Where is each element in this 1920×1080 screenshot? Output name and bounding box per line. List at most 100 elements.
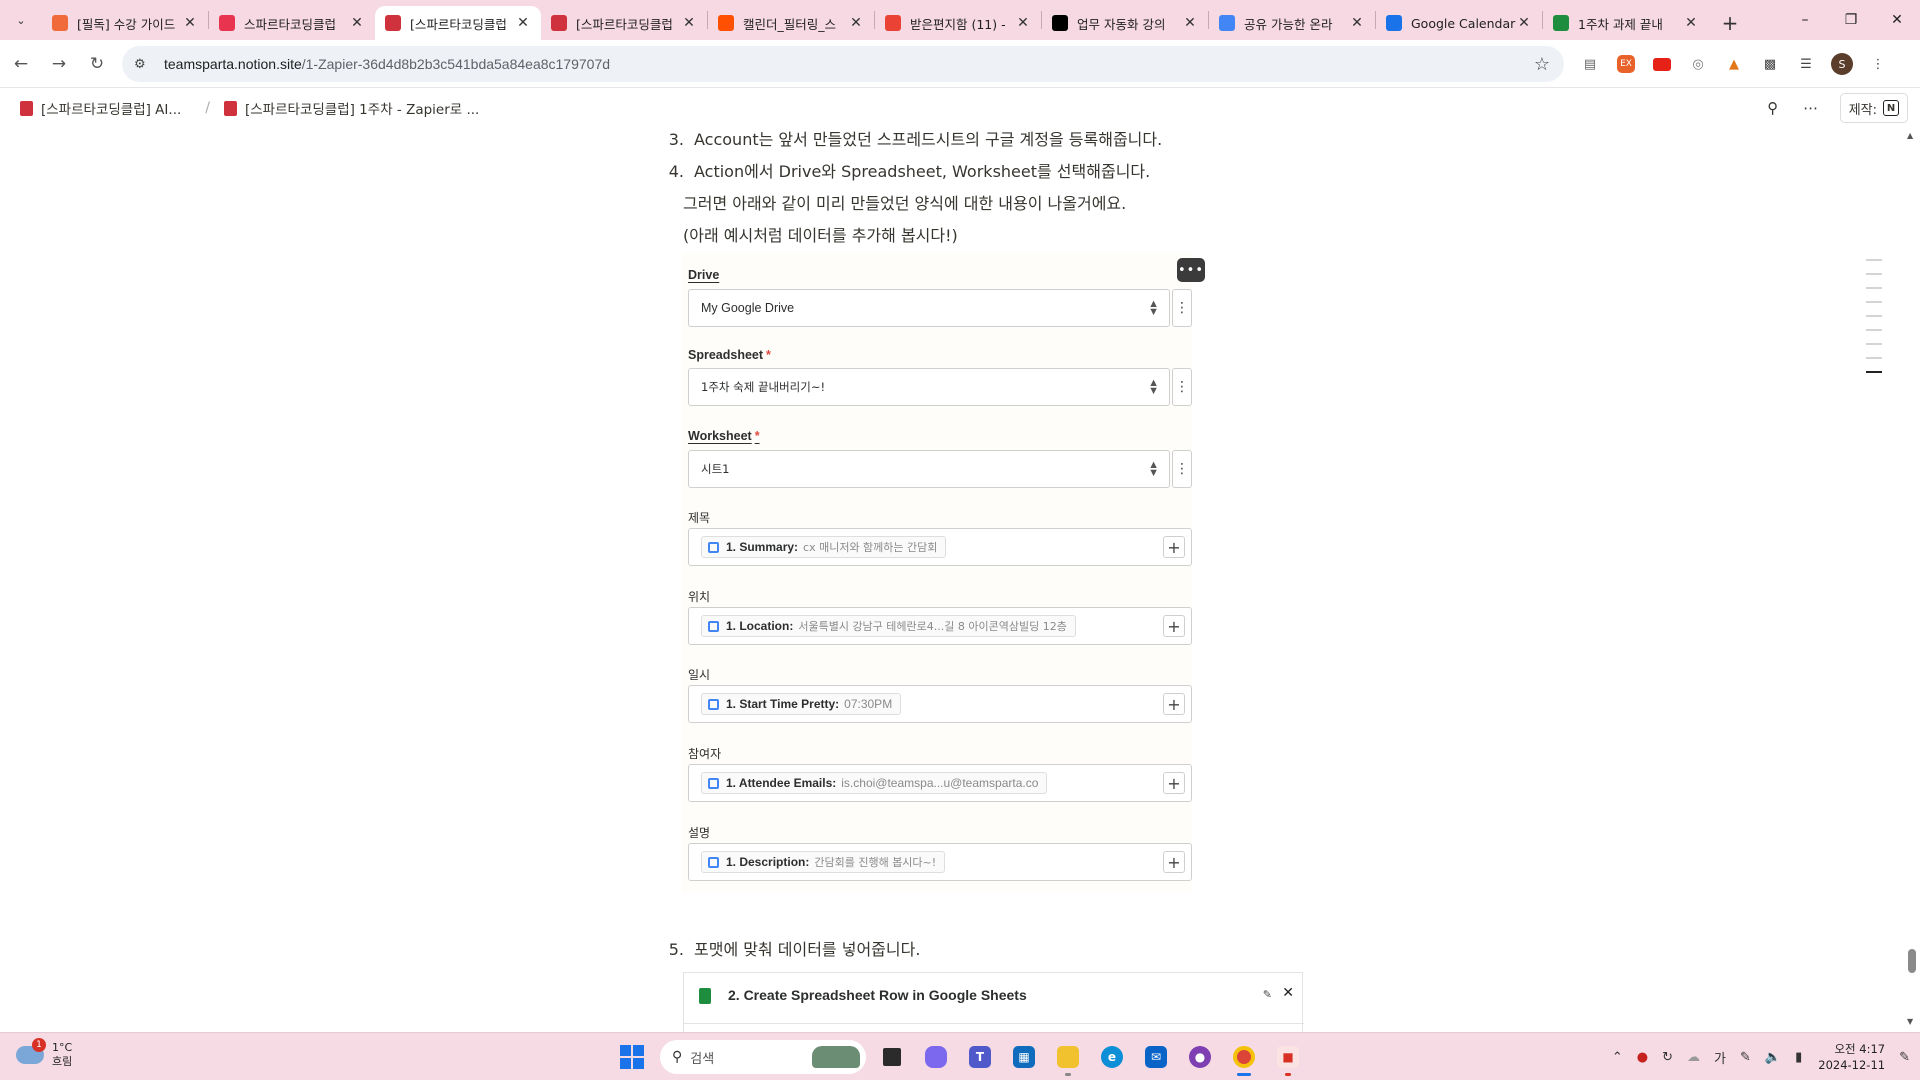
page-scrollbar[interactable]: ▲ ▼ <box>1904 127 1920 1032</box>
scrollbar-thumb[interactable] <box>1908 949 1916 973</box>
outline-marker-current[interactable] <box>1866 371 1882 373</box>
drive-select[interactable]: My Google Drive ▲ ▼ <box>688 289 1170 327</box>
browser-tab[interactable]: 캘린더_필터링_스 ✕ <box>708 6 874 40</box>
file-explorer-icon[interactable] <box>1050 1039 1086 1076</box>
outline-marker[interactable] <box>1866 315 1882 317</box>
browser-tab[interactable]: 1주차 과제 끝내 ✕ <box>1543 6 1709 40</box>
close-tab-icon[interactable]: ✕ <box>1516 15 1532 31</box>
image-more-options-icon[interactable]: ••• <box>1177 258 1205 282</box>
page-outline[interactable] <box>1866 259 1882 385</box>
close-tab-icon[interactable]: ✕ <box>515 15 531 31</box>
profile-avatar[interactable]: S <box>1828 50 1856 78</box>
mapped-data-pill[interactable]: 1. Attendee Emails: is.choi@teamspa...u@t… <box>701 772 1048 794</box>
close-tab-icon[interactable]: ✕ <box>349 15 365 31</box>
cast-extension-icon[interactable]: ▤ <box>1576 50 1604 78</box>
search-icon[interactable]: ⚲ <box>1758 93 1788 123</box>
close-tab-icon[interactable]: ✕ <box>182 15 198 31</box>
battery-icon[interactable]: ▮ <box>1795 1050 1802 1065</box>
browser-tab[interactable]: [스파르타코딩클럽 ✕ <box>375 6 541 40</box>
tray-sync-icon[interactable]: ↻ <box>1662 1050 1673 1065</box>
browser-tab[interactable]: [필독] 수강 가이드 ✕ <box>42 6 208 40</box>
extensions-puzzle-icon[interactable]: ▩ <box>1756 50 1784 78</box>
windows-start-icon[interactable] <box>614 1039 650 1075</box>
tray-cloud-icon[interactable]: ☁ <box>1687 1050 1700 1065</box>
new-tab-button[interactable]: + <box>1715 6 1745 40</box>
close-tab-icon[interactable]: ✕ <box>1182 15 1198 31</box>
add-data-plus-icon[interactable]: + <box>1163 772 1185 794</box>
task-view-icon[interactable] <box>874 1039 910 1075</box>
mapped-data-pill[interactable]: 1. Location: 서울특별시 강남구 테헤란로4...길 8 아이콘역삼빌… <box>701 615 1076 637</box>
chrome-icon[interactable] <box>1226 1039 1262 1076</box>
mail-icon[interactable]: ✉ <box>1138 1039 1174 1075</box>
browser-tab[interactable]: 공유 가능한 온라 ✕ <box>1209 6 1375 40</box>
worksheet-options-icon[interactable]: ⋮ <box>1172 450 1192 488</box>
scroll-down-arrow-icon[interactable]: ▼ <box>1907 1017 1913 1026</box>
close-tab-icon[interactable]: ✕ <box>1683 15 1699 31</box>
drive-options-icon[interactable]: ⋮ <box>1172 289 1192 327</box>
mapped-data-pill[interactable]: 1. Summary: cx 매니저와 함께하는 간담회 <box>701 536 947 558</box>
browser-tab[interactable]: Google Calendar ✕ <box>1376 6 1542 40</box>
outline-marker[interactable] <box>1866 357 1882 359</box>
spreadsheet-select[interactable]: 1주차 숙제 끝내버리기~! ▲ ▼ <box>688 368 1170 406</box>
globe-extension-icon[interactable]: ◎ <box>1684 50 1712 78</box>
browser-tab[interactable]: 받은편지함 (11) - ✕ <box>875 6 1041 40</box>
browser-tab[interactable]: [스파르타코딩클럽 ✕ <box>541 6 707 40</box>
browser-tab[interactable]: 업무 자동화 강의 ✕ <box>1042 6 1208 40</box>
metamask-extension-icon[interactable]: ▲ <box>1720 50 1748 78</box>
weather-widget[interactable]: 1 1°C 흐림 <box>16 1038 72 1069</box>
tray-network-alert-icon[interactable]: ● <box>1637 1050 1648 1065</box>
teams-icon[interactable]: T <box>962 1039 998 1075</box>
field-input-datetime[interactable]: 1. Start Time Pretty: 07:30PM + <box>688 685 1192 723</box>
add-data-plus-icon[interactable]: + <box>1163 615 1185 637</box>
taskbar-search-box[interactable]: ⚲ 검색 <box>660 1040 866 1074</box>
add-data-plus-icon[interactable]: + <box>1163 536 1185 558</box>
media-controls-icon[interactable]: ☰ <box>1792 50 1820 78</box>
tray-chevron-up-icon[interactable]: ⌃ <box>1612 1050 1623 1065</box>
orange-extension-icon[interactable]: EX <box>1617 55 1635 73</box>
notification-center-icon[interactable]: ✎ <box>1899 1050 1910 1065</box>
spreadsheet-options-icon[interactable]: ⋮ <box>1172 368 1192 406</box>
browser-menu-icon[interactable]: ⋮ <box>1864 50 1892 78</box>
outline-marker[interactable] <box>1866 273 1882 275</box>
address-bar[interactable]: ⚙ teamsparta.notion.site/1-Zapier-36d4d8… <box>122 46 1564 82</box>
restore-icon[interactable]: ❐ <box>1828 0 1874 40</box>
mapped-data-pill[interactable]: 1. Start Time Pretty: 07:30PM <box>701 693 902 715</box>
forward-arrow-icon[interactable]: → <box>42 47 76 81</box>
ime-indicator[interactable]: 가 <box>1714 1048 1726 1067</box>
scroll-up-arrow-icon[interactable]: ▲ <box>1907 131 1913 140</box>
close-tab-icon[interactable]: ✕ <box>1349 15 1365 31</box>
field-input-location[interactable]: 1. Location: 서울특별시 강남구 테헤란로4...길 8 아이콘역삼빌… <box>688 607 1192 645</box>
field-input-attendees[interactable]: 1. Attendee Emails: is.choi@teamspa...u@t… <box>688 764 1192 802</box>
edge-icon[interactable]: e <box>1094 1039 1130 1075</box>
red-app-icon[interactable]: ■ <box>1270 1039 1306 1076</box>
purple-app-icon[interactable]: ● <box>1182 1039 1218 1075</box>
outline-marker[interactable] <box>1866 343 1882 345</box>
bookmark-star-icon[interactable]: ☆ <box>1534 54 1550 75</box>
tab-search-chevron-icon[interactable]: ⌄ <box>6 5 36 35</box>
breadcrumb-item-2[interactable]: [스파르타코딩클럽] 1주차 - Zapier로 ... <box>224 98 479 118</box>
outline-marker[interactable] <box>1866 259 1882 261</box>
close-tab-icon[interactable]: ✕ <box>1015 15 1031 31</box>
system-clock[interactable]: 오전 4:17 2024-12-11 <box>1818 1041 1885 1073</box>
add-data-plus-icon[interactable]: + <box>1163 693 1185 715</box>
minimize-icon[interactable]: – <box>1782 0 1828 40</box>
browser-tab[interactable]: 스파르타코딩클럽 ✕ <box>209 6 375 40</box>
volume-icon[interactable]: 🔈 <box>1765 1050 1781 1065</box>
worksheet-select[interactable]: 시트1 ▲ ▼ <box>688 450 1170 488</box>
close-tab-icon[interactable]: ✕ <box>681 15 697 31</box>
outline-marker[interactable] <box>1866 329 1882 331</box>
copilot-icon[interactable] <box>918 1039 954 1075</box>
close-window-icon[interactable]: ✕ <box>1874 0 1920 40</box>
site-info-icon[interactable]: ⚙ <box>134 57 154 72</box>
youtube-extension-icon[interactable] <box>1648 50 1676 78</box>
field-input-title[interactable]: 1. Summary: cx 매니저와 함께하는 간담회 + <box>688 528 1192 566</box>
mapped-data-pill[interactable]: 1. Description: 간담회를 진행해 봅시다~! <box>701 851 946 873</box>
field-input-description[interactable]: 1. Description: 간담회를 진행해 봅시다~! + <box>688 843 1192 881</box>
add-data-plus-icon[interactable]: + <box>1163 851 1185 873</box>
made-with-notion-button[interactable]: 제작: N <box>1839 93 1908 123</box>
more-options-icon[interactable]: ⋯ <box>1796 93 1826 123</box>
back-arrow-icon[interactable]: ← <box>4 47 38 81</box>
breadcrumb-item-1[interactable]: [스파르타코딩클럽] AI... <box>20 98 181 118</box>
close-tab-icon[interactable]: ✕ <box>848 15 864 31</box>
outline-marker[interactable] <box>1866 287 1882 289</box>
